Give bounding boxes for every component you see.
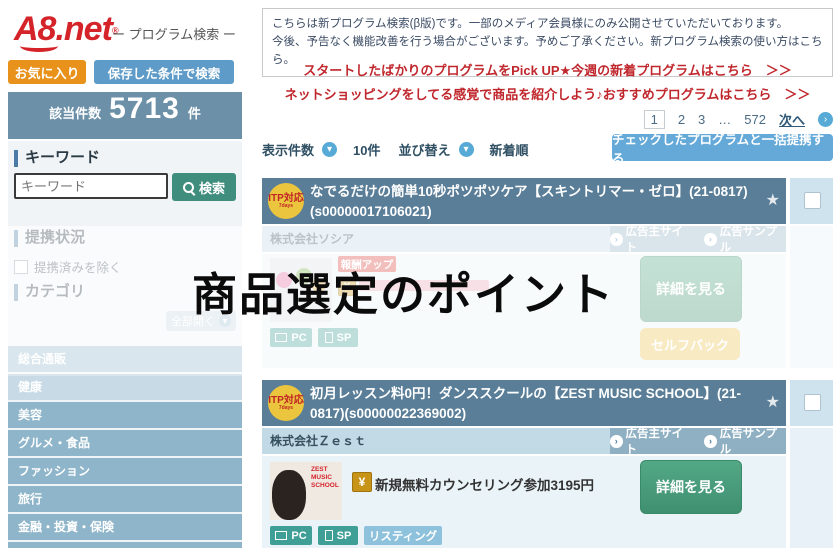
result-count-box: 該当件数 5713 件 xyxy=(8,92,242,139)
listing-1-header: ITP対応 7days なでるだけの簡単10秒ポツポツケア【スキントリマー・ゼロ… xyxy=(262,178,786,224)
a8net-program-search-page: A8.net® ー プログラム検索 ー こちらは新プログラム検索(β版)です。一… xyxy=(0,0,840,548)
thumbnail-person xyxy=(272,470,306,520)
listing-type-badge: リスティング xyxy=(364,526,442,545)
itp-badge: ITP対応 7days xyxy=(268,183,304,219)
promo-link-recommended-programs[interactable]: ネットショッピングをしてる感覚で商品を紹介しよう♪おすすめプログラムはこちら ＞… xyxy=(262,84,833,103)
category-item-realestate[interactable]: 不動産・引越し xyxy=(8,542,242,548)
page-subtitle: ー プログラム検索 ー xyxy=(112,27,236,42)
beta-notice-line1: こちらは新プログラム検索(β版)です。一部のメディア会員様にのみ公開させていただ… xyxy=(272,18,789,30)
result-count-label: 該当件数 xyxy=(49,106,102,121)
pc-device-badge: PC xyxy=(270,526,312,545)
favorites-button[interactable]: お気に入り xyxy=(8,60,86,84)
program-title-link[interactable]: なでるだけの簡単10秒ポツポツケア【スキントリマー・ゼロ】(21-0817)(s… xyxy=(310,182,750,223)
reward-text: 新規無料カウンセリング参加3195円 xyxy=(375,478,595,493)
advertiser-links: ›広告主サイト ›広告サンプル xyxy=(610,425,786,457)
list-controls: 表示件数 ▾ 10件 並び替え ▾ 新着順 xyxy=(262,138,529,160)
category-item-gourmet[interactable]: グルメ・食品 xyxy=(8,430,242,456)
category-item-finance[interactable]: 金融・投資・保険 xyxy=(8,514,242,540)
favorite-star-icon[interactable]: ★ xyxy=(766,190,780,210)
page-2-link[interactable]: 2 xyxy=(678,112,685,127)
pc-icon xyxy=(275,531,288,540)
advertiser-site-label: 広告主サイト xyxy=(625,428,684,456)
display-count-label: 表示件数 xyxy=(262,142,315,158)
result-count-unit: 件 xyxy=(187,106,201,121)
pc-badge-label: PC xyxy=(291,529,307,542)
program-checkbox[interactable] xyxy=(804,192,821,209)
category-item-fashion[interactable]: ファッション xyxy=(8,458,242,484)
listing-2-side-column xyxy=(790,428,833,548)
keyword-input[interactable] xyxy=(14,173,168,199)
search-button-label: 検索 xyxy=(198,180,225,196)
listing-2-header: ITP対応 7days 初月レッスン料0円！ダンススクールの【ZEST MUSI… xyxy=(262,380,786,426)
pagination: 1 2 3 … 572 次へ › xyxy=(560,108,833,130)
detail-button[interactable]: 詳細を見る xyxy=(640,460,742,514)
itp-badge-days: 7days xyxy=(278,404,294,411)
search-icon xyxy=(182,181,194,193)
program-title-link[interactable]: 初月レッスン料0円！ダンススクールの【ZEST MUSIC SCHOOL】(21… xyxy=(310,384,750,425)
category-item-travel[interactable]: 旅行 xyxy=(8,486,242,512)
promo-link-new-programs[interactable]: スタートしたばかりのプログラムをPick UP★今週の新着プログラムはこちら ＞… xyxy=(262,60,833,79)
next-page-link[interactable]: 次へ xyxy=(779,110,805,129)
category-item-beauty[interactable]: 美容 xyxy=(8,402,242,428)
smartphone-icon xyxy=(324,530,333,541)
itp-badge: ITP対応 7days xyxy=(268,385,304,421)
listing-1-checkbox-cell xyxy=(790,178,833,224)
sort-label: 並び替え xyxy=(398,142,451,158)
listing-2-body: ZEST MUSIC SCHOOL ¥ 新規無料カウンセリング参加3195円 詳… xyxy=(262,456,786,548)
sp-badge-label: SP xyxy=(336,529,352,542)
itp-badge-label: ITP対応 xyxy=(268,192,304,204)
search-button[interactable]: 検索 xyxy=(172,173,236,201)
white-overlay-sidebar xyxy=(0,376,248,400)
ad-sample-link[interactable]: ›広告サンプル xyxy=(704,425,786,457)
arrow-right-icon: › xyxy=(610,434,623,448)
advertiser-site-link[interactable]: ›広告主サイト xyxy=(610,425,692,457)
sort-value: 新着順 xyxy=(489,142,529,158)
next-page-arrow-icon[interactable]: › xyxy=(818,111,833,127)
page-1-current[interactable]: 1 xyxy=(643,109,665,129)
result-count-value: 5713 xyxy=(109,92,180,125)
page-last-link[interactable]: 572 xyxy=(744,112,766,127)
keyword-heading: キーワード xyxy=(14,149,100,167)
ad-sample-label: 広告サンプル xyxy=(719,428,777,456)
listing-2-checkbox-cell xyxy=(790,380,833,426)
advertiser-name: 株式会社Ｚｅｓｔ xyxy=(262,428,610,454)
arrow-right-icon: › xyxy=(704,434,717,448)
display-count-dropdown-icon[interactable]: ▾ xyxy=(322,141,338,157)
thumbnail-logo-text: ZEST MUSIC SCHOOL xyxy=(311,466,339,490)
saved-search-button[interactable]: 保存した条件で検索 xyxy=(94,60,234,84)
yen-badge-icon: ¥ xyxy=(352,472,372,492)
logo-underline-swoosh xyxy=(20,40,58,52)
sort-dropdown-icon[interactable]: ▾ xyxy=(458,141,474,157)
display-count-value: 10件 xyxy=(353,142,381,158)
sp-device-badge: SP xyxy=(318,526,358,545)
program-thumbnail: ZEST MUSIC SCHOOL xyxy=(270,462,342,520)
page-3-link[interactable]: 3 xyxy=(698,112,705,127)
favorite-star-icon[interactable]: ★ xyxy=(766,392,780,412)
program-checkbox[interactable] xyxy=(804,394,821,411)
bulk-partner-button[interactable]: チェックしたプログラムと一括提携する xyxy=(612,133,833,166)
overlay-title: 商品選定のポイント xyxy=(192,269,616,320)
program-listing-2: ITP対応 7days 初月レッスン料0円！ダンススクールの【ZEST MUSI… xyxy=(262,380,833,548)
itp-badge-label: ITP対応 xyxy=(268,394,304,406)
page-ellipsis: … xyxy=(718,111,732,127)
itp-badge-days: 7days xyxy=(278,202,294,209)
